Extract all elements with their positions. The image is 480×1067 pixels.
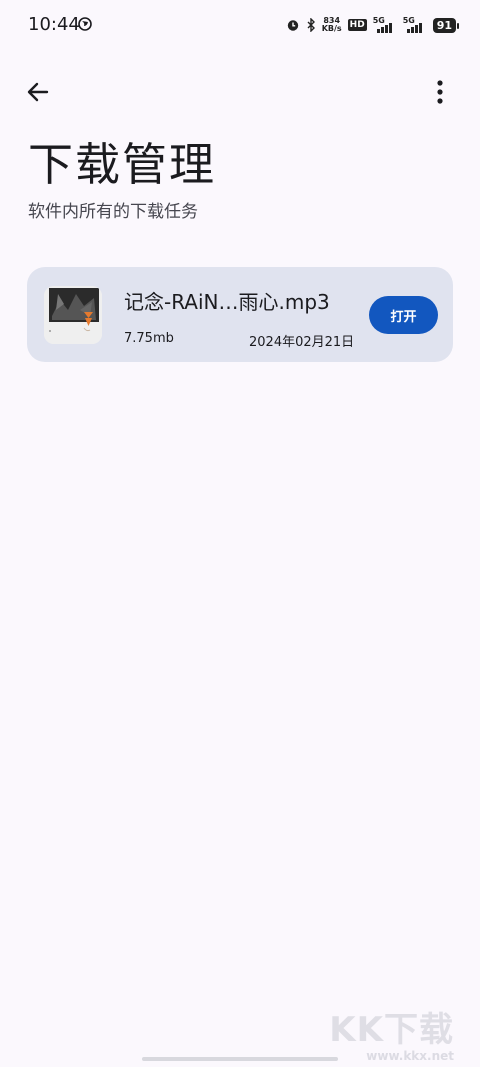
status-time: 10:44 (28, 14, 80, 35)
signal-1-icon: 5G (373, 16, 397, 34)
watermark-logo: KK下载 (329, 1010, 454, 1050)
page-subtitle: 软件内所有的下载任务 (28, 202, 198, 222)
back-button[interactable] (20, 74, 56, 110)
watermark: KK下载 www.kkx.net (329, 1013, 454, 1063)
more-vertical-icon (437, 80, 443, 104)
status-bar: 10:44 834 KB/s HD 5G 5G 91 (0, 0, 480, 50)
page-title: 下载管理 (28, 138, 217, 191)
hd-badge: HD (347, 19, 367, 31)
album-thumbnail (44, 286, 102, 344)
status-icons: 834 KB/s HD 5G 5G 91 (286, 14, 460, 36)
file-name: 记念-RAiN…雨心.mp3 (124, 290, 330, 314)
signal-2-icon: 5G (403, 16, 427, 34)
battery-indicator: 91 (432, 17, 460, 33)
album-art-image (44, 286, 102, 344)
file-size: 7.75mb (124, 331, 174, 346)
globe-icon (78, 17, 92, 31)
file-date: 2024年02月21日 (249, 335, 355, 350)
more-options-button[interactable] (422, 74, 458, 110)
speed-unit: KB/s (321, 24, 342, 33)
alarm-icon (287, 20, 298, 31)
home-indicator[interactable] (142, 1057, 338, 1061)
network-speed: 834 KB/s (322, 17, 342, 33)
watermark-url: www.kkx.net (366, 1049, 454, 1063)
download-item[interactable]: 记念-RAiN…雨心.mp3 7.75mb 2024年02月21日 打开 (27, 267, 453, 362)
bluetooth-icon (307, 18, 315, 32)
open-button[interactable]: 打开 (369, 296, 438, 334)
arrow-left-icon (27, 82, 49, 102)
